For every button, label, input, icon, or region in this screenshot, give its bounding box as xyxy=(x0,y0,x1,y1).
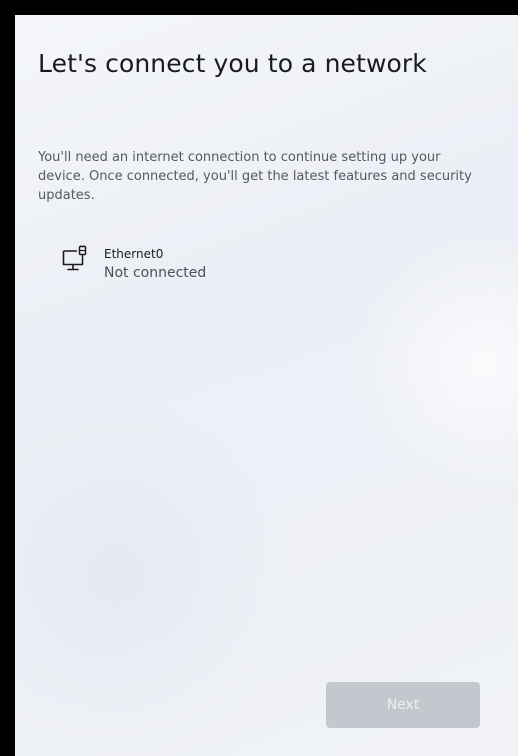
setup-panel: Let's connect you to a network You'll ne… xyxy=(15,15,518,756)
network-name: Ethernet0 xyxy=(104,247,164,261)
network-status: Not connected xyxy=(104,265,207,281)
next-button[interactable]: Next xyxy=(326,682,480,728)
page-title: Let's connect you to a network xyxy=(38,49,427,78)
screen: Let's connect you to a network You'll ne… xyxy=(0,0,518,756)
page-description: You'll need an internet connection to co… xyxy=(38,150,472,203)
ethernet-icon xyxy=(60,245,90,275)
network-item-ethernet0[interactable]: Ethernet0 Not connected xyxy=(60,243,360,291)
